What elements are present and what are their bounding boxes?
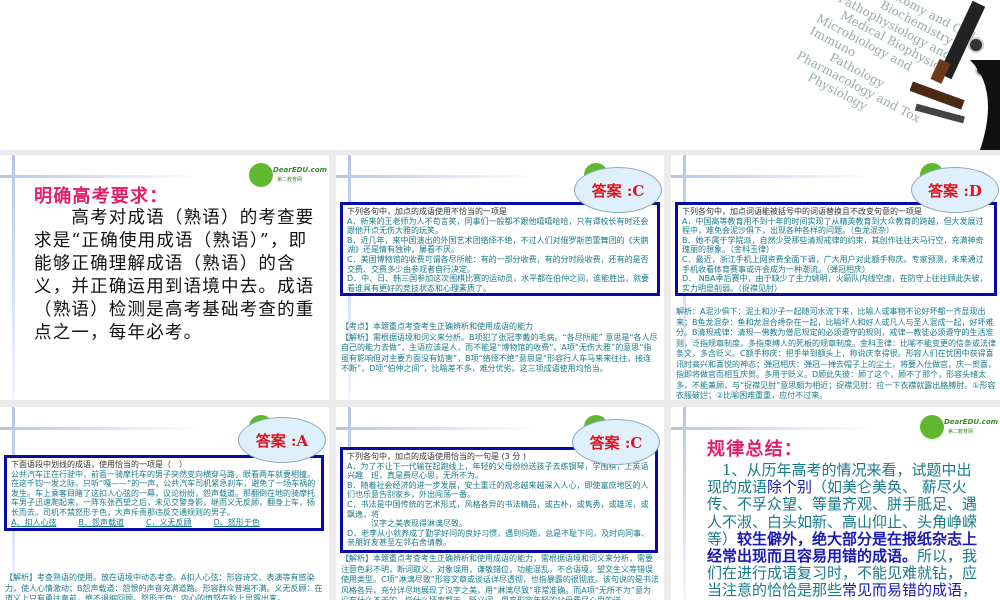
option-a: A．为了不让下一代输在起跑线上，年轻的父母纷纷送孩子去练钢琴，学围棋，上英语兴趣… (347, 461, 649, 481)
answer-badge: 答案 :A (238, 417, 326, 463)
slide-question-1[interactable]: 答案 :C 下列各句中，加点的成语使用不恰当的一项是 A．新来的王老师为人不苟言… (336, 155, 664, 400)
analysis: 【解析】考查熟语的使用。放在语境中动态考查。A扣人心弦：形容诗文、表演等有感染力… (5, 573, 323, 600)
slide-question-3[interactable]: 答案 :A 下面语段中划线的成语，使用恰当的一项是（ ） 公共汽车正在行驶中，前… (0, 407, 329, 600)
analysis-text: 【解析】需根据语境和词义来分析。B项犯了张冠李戴的毛病。“各尽所能” 意思是“各… (341, 332, 658, 374)
slide-question-2[interactable]: 答案 :D 下列各句中，加点词语能被括号中的词语替换且不改变句意的一项是 A．中… (671, 155, 1000, 400)
decor-line (683, 407, 686, 600)
decor-line (671, 427, 871, 430)
banner-slide[interactable]: Anatomy and Cell Biochemistry Pathophysi… (0, 0, 1000, 150)
option-d: D．中、日、韩三国参加这次围棋比赛的运动员，水平都在伯仲之间，谁能胜出，就要看谁… (347, 274, 650, 293)
option-c: C．美国博物馆的收费可谓各尽所能：有的一部分收费，有的分时段收费，还有的是否交费… (347, 254, 649, 274)
analysis: 【解析】本题重点考查考生正确辨析和使用成语的能力，需根据语境和词义来分析，需要注… (341, 554, 659, 600)
analysis-point: 【考点】本题重点考查考生正确辨析和使用成语的能力 (341, 322, 533, 331)
option-c-cont: 汉字之美表现得淋漓尽致。 (347, 519, 467, 529)
slide-body: 1、从历年高考的情况来看，试题中出现的成语除个别（如美仑美奂、 薪尽火传、不孚众… (707, 461, 983, 600)
question-passage: 公共汽车正在行驶中，前面一骑摩托车的男子突然变向横穿马路，眼看两车就要相撞。在这… (11, 469, 316, 517)
decor-line (0, 427, 200, 430)
answer-badge: 答案 :C (574, 167, 662, 213)
option-b: B．她不属于学院派，自然少受那些清规戒律的约束，其创作往往天马行空，充满神奇瑰丽… (682, 235, 984, 255)
option-d: D． NBA季后赛中，由于缺少了主力姚明，火箭队内线空虚，在防守上往往顾此失彼，… (682, 274, 988, 293)
decor-line (336, 175, 536, 178)
logo: DearEDU.com 第二教育网 (920, 415, 998, 439)
decor-line (336, 427, 536, 430)
logo: DearEDU.com 第二教育网 (249, 163, 327, 187)
decor-line (0, 175, 200, 178)
decor-line (12, 155, 15, 400)
option-d: D、怒形于色 (213, 517, 260, 527)
microscope-icon (910, 0, 1000, 150)
slide-question-4[interactable]: 答案 :C 下列各句中，加点的成语使用恰当的一句是 (3 分 ) A．为了不让下… (336, 407, 664, 600)
option-c: C．最近，浙江手机上网资费全面下调，广大用户对此额手称庆。专家预测，未来通过手机… (682, 254, 984, 274)
analysis: 解析：A泥沙俱下：泥土和沙子一起随河水流下来，比喻人或事物不论好坏都一齐显现出来… (676, 307, 996, 400)
analysis: 【考点】本题重点考查考生正确辨析和使用成语的能力 【解析】需根据语境和词义来分析… (341, 322, 659, 375)
slide-summary[interactable]: DearEDU.com 第二教育网 规律总结： 1、从历年高考的情况来看，试题中出… (671, 407, 1000, 600)
option-c: C．义无反顾 (145, 517, 192, 527)
slide-title: 规律总结： (707, 439, 803, 460)
question-box: 下面语段中划线的成语，使用恰当的一项是（ ） 公共汽车正在行驶中，前面一骑摩托车… (4, 455, 324, 531)
slide-exam-requirement[interactable]: DearEDU.com 第二教育网 明确高考要求： 高考对成语（熟语）的考查要求是… (0, 155, 329, 400)
question-box: 下列各句中，加点词语能被括号中的词语替换且不改变句意的一项是 A．中国高等教育用… (675, 202, 997, 296)
decor-line (671, 175, 871, 178)
option-b: B．随着社会经济的进一步发展，安土重迁的观念越来越深入人心，即使富庶地区的人们也… (347, 480, 649, 500)
slide-body: 高考对成语（熟语）的考查要求是“正确使用成语（熟语）”，即能够正确理解成语（熟语… (34, 208, 315, 343)
body-highlight: 常见而易错的成语 (842, 581, 963, 600)
options-row: A、扣人心弦 B．怨声载道 C．义无反顾 D、怒形于色 (11, 518, 317, 528)
question-box: 下列各句中，加点的成语使用不恰当的一项是 A．新来的王老师为人不苟言笑，同事们一… (340, 202, 660, 296)
option-a: A．中国高等教育用不到十年的时间实现了从精英教育到大众教育的跨越，但大发展过程中… (682, 216, 984, 236)
option-d: D．老李从小就养成了勤学好问的良好习惯，遇到问题，总是不耻下问，及时向同事、亲朋… (347, 528, 650, 548)
option-b: B．近几年，来中国演出的外国艺术团络绎不绝，不过人们对俄罗斯芭蕾舞团的《天鹅湖》… (347, 235, 649, 255)
option-b: B．怨声载道 (78, 517, 124, 527)
option-a: A、扣人心弦 (11, 517, 57, 527)
option-a: A．新来的王老师为人不苟言笑，同事们一般都不跟他嘻嘻哈哈，只有谭校长有时还会跟他… (347, 216, 649, 236)
answer-badge: 答案 :C (572, 419, 660, 465)
body-highlight: 除个别 (767, 478, 813, 497)
option-c: C．书法是中国传统的艺术形式，风格各异的书法精品，或古朴，或隽秀，或雄浑，或飘逸… (347, 499, 649, 519)
slide-title: 明确高考要求： (34, 186, 169, 207)
answer-badge: 答案 :D (911, 167, 999, 213)
